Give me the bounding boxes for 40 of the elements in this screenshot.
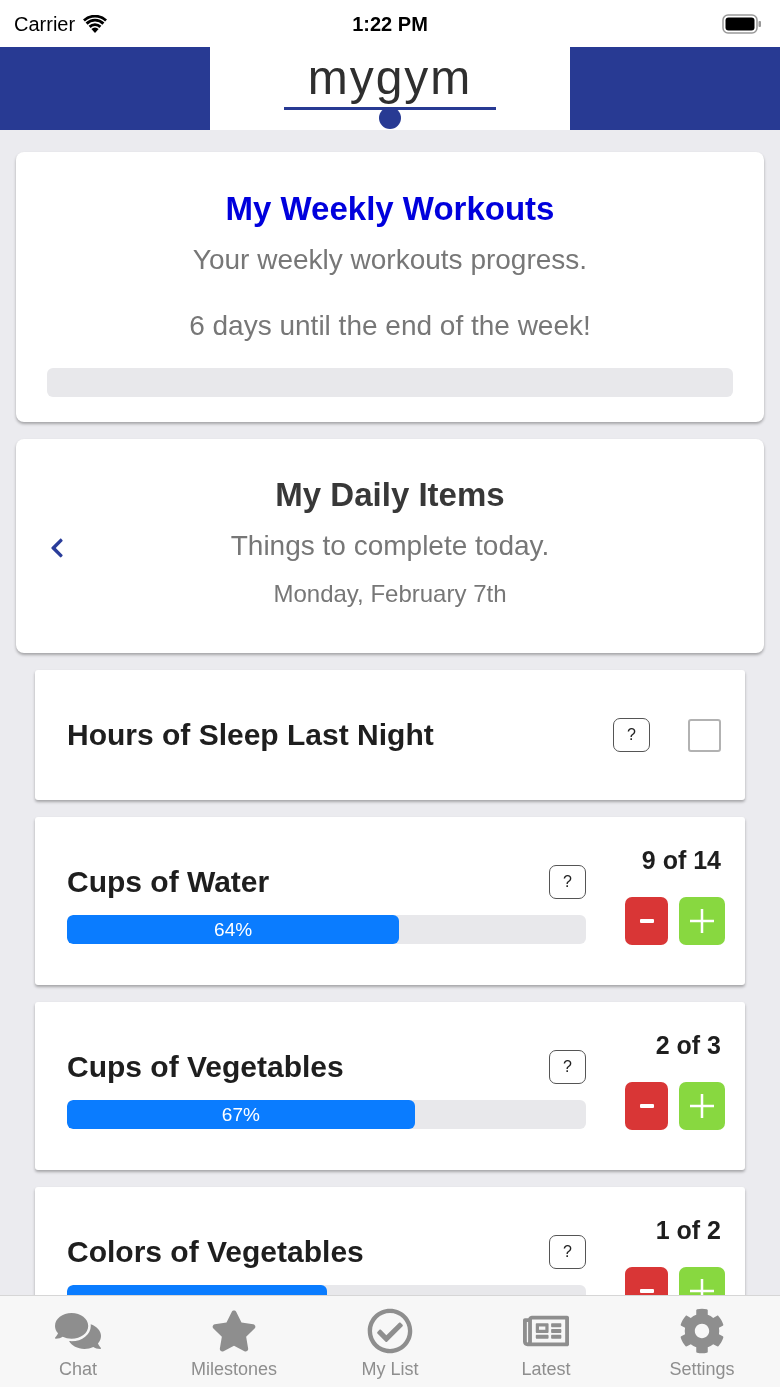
progress-percent: 64% bbox=[214, 920, 253, 939]
logo-underline-icon bbox=[284, 107, 496, 129]
help-button[interactable]: ? bbox=[549, 865, 586, 899]
minus-icon bbox=[639, 1104, 654, 1108]
progress-percent: 67% bbox=[221, 1105, 260, 1124]
settings-icon bbox=[679, 1308, 725, 1354]
logo-wordmark: mygym bbox=[307, 50, 473, 106]
star-icon bbox=[211, 1308, 257, 1354]
minus-icon bbox=[639, 919, 654, 923]
checkbox[interactable] bbox=[688, 718, 721, 752]
battery-icon bbox=[722, 13, 762, 34]
help-button[interactable]: ? bbox=[549, 1235, 586, 1269]
card-subtitle: Things to complete today. bbox=[230, 529, 550, 563]
clock-time: 1:22 PM bbox=[352, 11, 428, 37]
decrement-button[interactable] bbox=[625, 897, 668, 945]
item-title: Cups of Water bbox=[67, 864, 271, 900]
days-remaining-text: 6 days until the end of the week! bbox=[189, 309, 591, 343]
item-count: 1 of 2 bbox=[655, 1215, 722, 1246]
card-title: My Daily Items bbox=[275, 475, 505, 515]
plus-icon bbox=[690, 909, 714, 933]
item-title: Cups of Vegetables bbox=[67, 1049, 345, 1085]
wifi-icon bbox=[83, 14, 108, 33]
date-text: Monday, February 7th bbox=[273, 579, 507, 609]
help-button[interactable]: ? bbox=[549, 1050, 586, 1084]
item-count: 9 of 14 bbox=[641, 845, 722, 876]
tab-item[interactable]: Milestones bbox=[156, 1296, 312, 1387]
help-button[interactable]: ? bbox=[613, 718, 650, 752]
decrement-button[interactable] bbox=[625, 1082, 668, 1130]
tab-item[interactable]: Settings bbox=[624, 1296, 780, 1387]
minus-icon bbox=[639, 1289, 654, 1293]
item-title: Colors of Vegetables bbox=[67, 1234, 365, 1270]
plus-icon bbox=[690, 1094, 714, 1118]
card-title: My Weekly Workouts bbox=[225, 189, 555, 229]
carrier-name: Carrier bbox=[14, 11, 76, 37]
item-title: Hours of Sleep Last Night bbox=[67, 717, 435, 753]
item-count: 2 of 3 bbox=[655, 1030, 722, 1061]
card-subtitle: Your weekly workouts progress. bbox=[192, 243, 588, 277]
tab-item[interactable]: Latest bbox=[468, 1296, 624, 1387]
tab-item[interactable]: My List bbox=[312, 1296, 468, 1387]
tab-item[interactable]: Chat bbox=[0, 1296, 156, 1387]
